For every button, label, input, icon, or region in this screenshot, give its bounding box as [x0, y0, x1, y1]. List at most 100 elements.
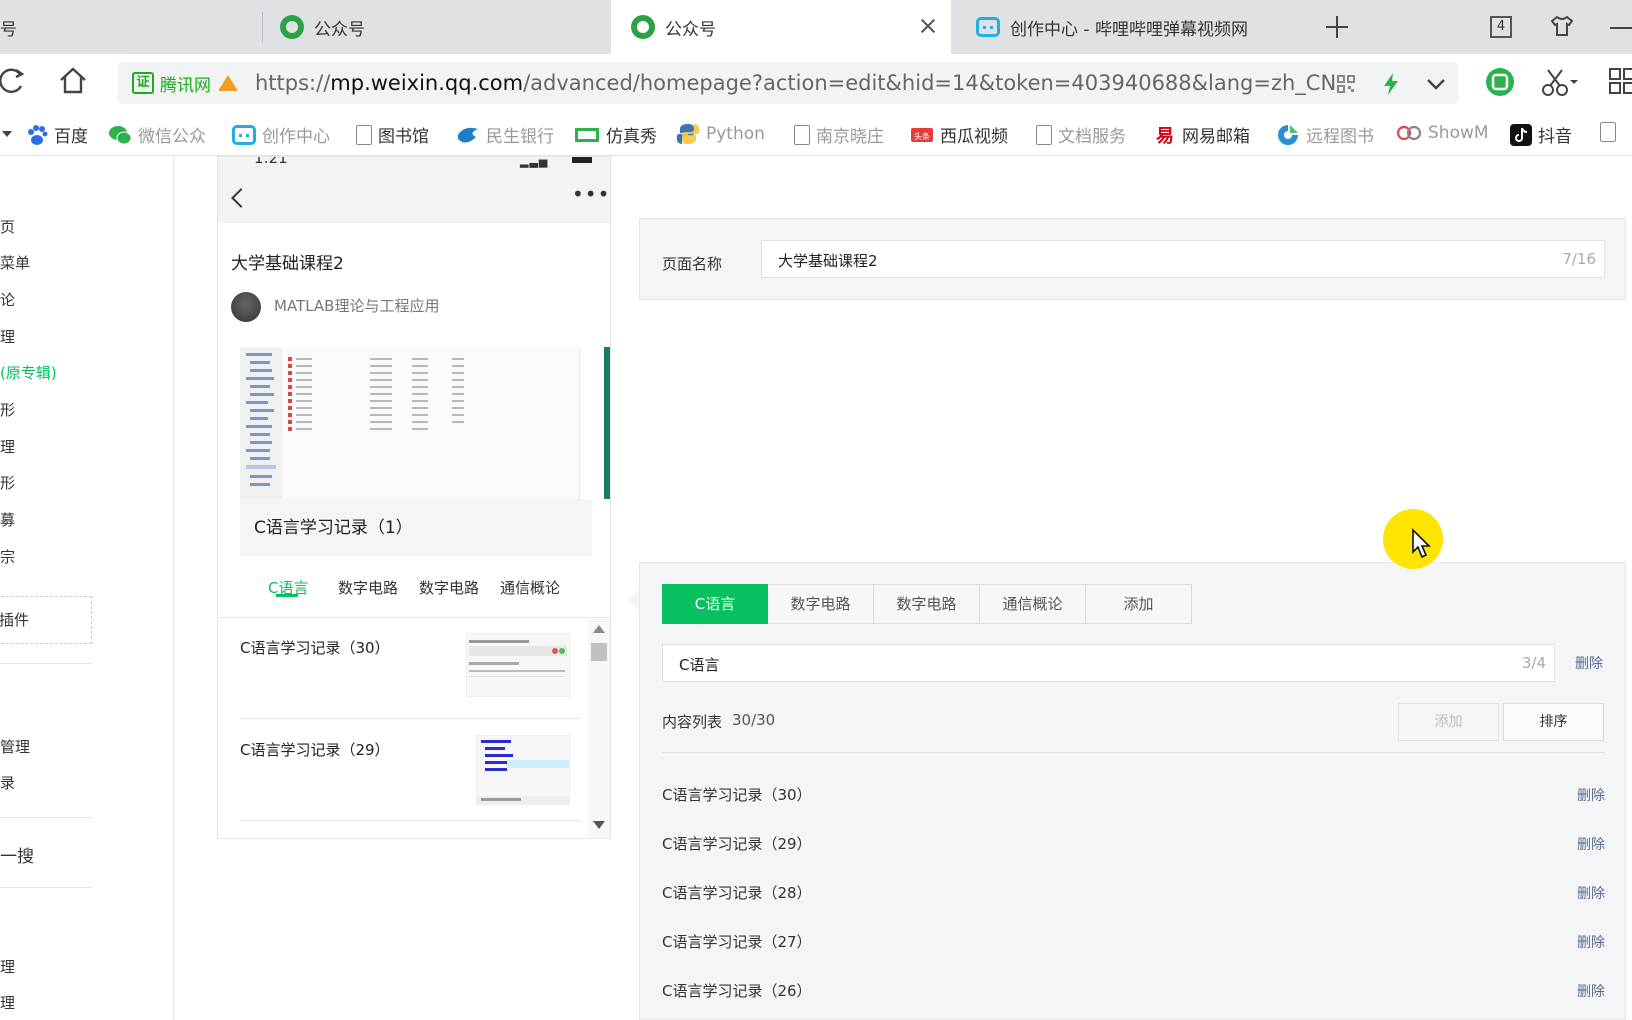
scroll-up-icon[interactable] — [593, 625, 605, 633]
fangzhenxiu-icon — [575, 127, 599, 142]
bookmark-fangzhenxiu[interactable]: 仿真秀 — [574, 122, 657, 147]
bookmark-library[interactable]: 图书馆 — [356, 122, 429, 147]
sort-button[interactable]: 排序 — [1503, 703, 1604, 741]
scissors-icon[interactable] — [1540, 66, 1580, 98]
close-icon[interactable] — [917, 15, 939, 37]
sidebar-item[interactable]: 理 — [0, 326, 15, 347]
extension-green-icon[interactable] — [1484, 66, 1516, 98]
new-tab-icon[interactable] — [1322, 12, 1352, 42]
lightning-icon[interactable] — [1382, 72, 1400, 96]
wechat-icon — [280, 15, 304, 39]
row-title: C语言学习记录（26） — [662, 982, 812, 1000]
tab-count-badge[interactable]: 4 — [1490, 16, 1512, 38]
category-name-input[interactable]: C语言 3/4 — [662, 644, 1555, 682]
segment-communication[interactable]: 通信概论 — [980, 584, 1086, 624]
bookmark-label: 远程图书 — [1306, 127, 1374, 147]
home-icon[interactable] — [58, 66, 88, 96]
bookmark-python[interactable]: Python — [676, 122, 765, 146]
bookmark-minsheng[interactable]: 民生银行 — [456, 122, 554, 147]
bookmark-wechat[interactable]: 微信公众 — [108, 122, 206, 147]
phone-tab-digital-2[interactable]: 数字电路 — [419, 577, 479, 598]
sidebar-item[interactable]: 论 — [0, 289, 15, 310]
tab-gongzhonghao-1[interactable]: 公众号 — [280, 0, 610, 54]
sidebar-item[interactable]: 理 — [0, 956, 15, 977]
document-icon — [356, 124, 372, 145]
row-title: C语言学习记录（30） — [662, 786, 812, 804]
tab-truncated[interactable]: 号 — [0, 0, 262, 54]
sidebar-item[interactable]: 形 — [0, 472, 15, 493]
cover-image[interactable] — [240, 347, 580, 499]
segment-digital-circuit-1[interactable]: 数字电路 — [768, 584, 874, 624]
sidebar-divider — [0, 817, 92, 818]
bookmark-bilibili[interactable]: 创作中心 — [232, 122, 330, 147]
chevron-down-icon[interactable] — [1426, 77, 1446, 91]
sidebar-item[interactable]: 理 — [0, 436, 15, 457]
sidebar-item-menu[interactable]: 菜单 — [0, 252, 30, 273]
address-bar[interactable]: 证 腾讯网 https://mp.weixin.qq.com/advanced/… — [118, 62, 1458, 104]
tab-bilibili[interactable]: 创作中心 - 哔哩哔哩弹幕视频网 — [976, 0, 1266, 54]
delete-row-link[interactable]: 删除 — [1577, 785, 1605, 805]
phone-tab-digital-1[interactable]: 数字电路 — [338, 577, 398, 598]
list-item[interactable]: C语言学习记录（30） — [240, 619, 580, 719]
phone-scrollbar[interactable] — [588, 619, 610, 838]
list-divider — [662, 752, 1605, 753]
bookmark-showm[interactable]: ShowM — [1396, 122, 1489, 144]
sidebar-item-active[interactable]: (原专辑) — [0, 362, 57, 383]
sidebar-divider — [0, 887, 92, 888]
page-name-input[interactable]: 大学基础课程2 7/16 — [761, 240, 1605, 278]
bookmark-label: 民生银行 — [486, 127, 554, 147]
phone-tab-comm[interactable]: 通信概论 — [500, 577, 560, 598]
bookmark-douyin[interactable]: 抖音 — [1510, 122, 1572, 147]
bookmark-163-mail[interactable]: 易 网易邮箱 — [1154, 122, 1250, 148]
wechat-icon — [109, 125, 132, 144]
bookmark-label: 仿真秀 — [606, 127, 657, 147]
list-item-title: C语言学习记录（29） — [240, 741, 390, 759]
address-row: 证 腾讯网 https://mp.weixin.qq.com/advanced/… — [0, 54, 1632, 112]
sidebar-item[interactable]: 宗 — [0, 546, 15, 567]
bookmark-label: 网易邮箱 — [1182, 127, 1250, 147]
sidebar-item-search[interactable]: 一搜 — [0, 842, 34, 867]
bookmark-docs[interactable]: 文档服务 — [1036, 122, 1126, 147]
bookmark-baidu[interactable]: 百度 — [26, 122, 88, 147]
back-icon[interactable] — [231, 188, 251, 208]
category-segments: C语言 数字电路 数字电路 通信概论 添加 — [662, 584, 1192, 624]
bookmark-more[interactable] — [1600, 122, 1622, 142]
bookmark-label: 文档服务 — [1058, 127, 1126, 147]
list-item[interactable]: C语言学习记录（29） — [240, 721, 580, 821]
sidebar-item[interactable]: 理 — [0, 992, 15, 1013]
minimize-icon[interactable] — [1610, 27, 1632, 29]
tab-gongzhonghao-active[interactable]: 公众号 — [611, 0, 951, 54]
bookmark-xigua[interactable]: 头条 西瓜视频 — [910, 122, 1008, 147]
sidebar-item-manage[interactable]: 管理 — [0, 736, 30, 757]
document-icon — [1600, 122, 1616, 142]
segment-add-button[interactable]: 添加 — [1086, 584, 1192, 624]
sidebar-item[interactable]: 页 — [0, 216, 15, 237]
code-screenshot-thumbnail — [477, 740, 569, 804]
url-text[interactable]: https://mp.weixin.qq.com/advanced/homepa… — [255, 71, 1336, 95]
add-content-button[interactable]: 添加 — [1398, 703, 1499, 741]
refresh-icon[interactable] — [0, 66, 26, 96]
skin-icon[interactable] — [1550, 14, 1574, 38]
segment-c-language[interactable]: C语言 — [662, 584, 768, 624]
bookmark-nanjing[interactable]: 南京晓庄 — [794, 122, 884, 147]
add-plugin-button[interactable]: 插件 — [0, 596, 92, 644]
certificate-badge[interactable]: 证 腾讯网 — [132, 71, 239, 96]
certificate-icon: 证 — [132, 72, 154, 94]
bookmark-overflow-icon[interactable] — [2, 131, 12, 137]
segment-digital-circuit-2[interactable]: 数字电路 — [874, 584, 980, 624]
scroll-down-icon[interactable] — [593, 821, 605, 829]
sidebar-item[interactable]: 形 — [0, 399, 15, 420]
minsheng-bank-icon — [458, 127, 478, 143]
delete-row-link[interactable]: 删除 — [1577, 981, 1605, 1001]
delete-row-link[interactable]: 删除 — [1577, 834, 1605, 854]
apps-grid-icon[interactable] — [1608, 66, 1632, 96]
delete-category-link[interactable]: 删除 — [1575, 653, 1603, 673]
more-icon[interactable]: ••• — [572, 182, 610, 206]
sidebar-item[interactable]: 录 — [0, 772, 15, 793]
sidebar-item[interactable]: 募 — [0, 509, 15, 530]
delete-row-link[interactable]: 删除 — [1577, 883, 1605, 903]
bookmark-remote-library[interactable]: 远程图书 — [1276, 122, 1374, 147]
scrollbar-thumb[interactable] — [591, 643, 607, 661]
qr-code-icon[interactable] — [1336, 74, 1356, 94]
delete-row-link[interactable]: 删除 — [1577, 932, 1605, 952]
